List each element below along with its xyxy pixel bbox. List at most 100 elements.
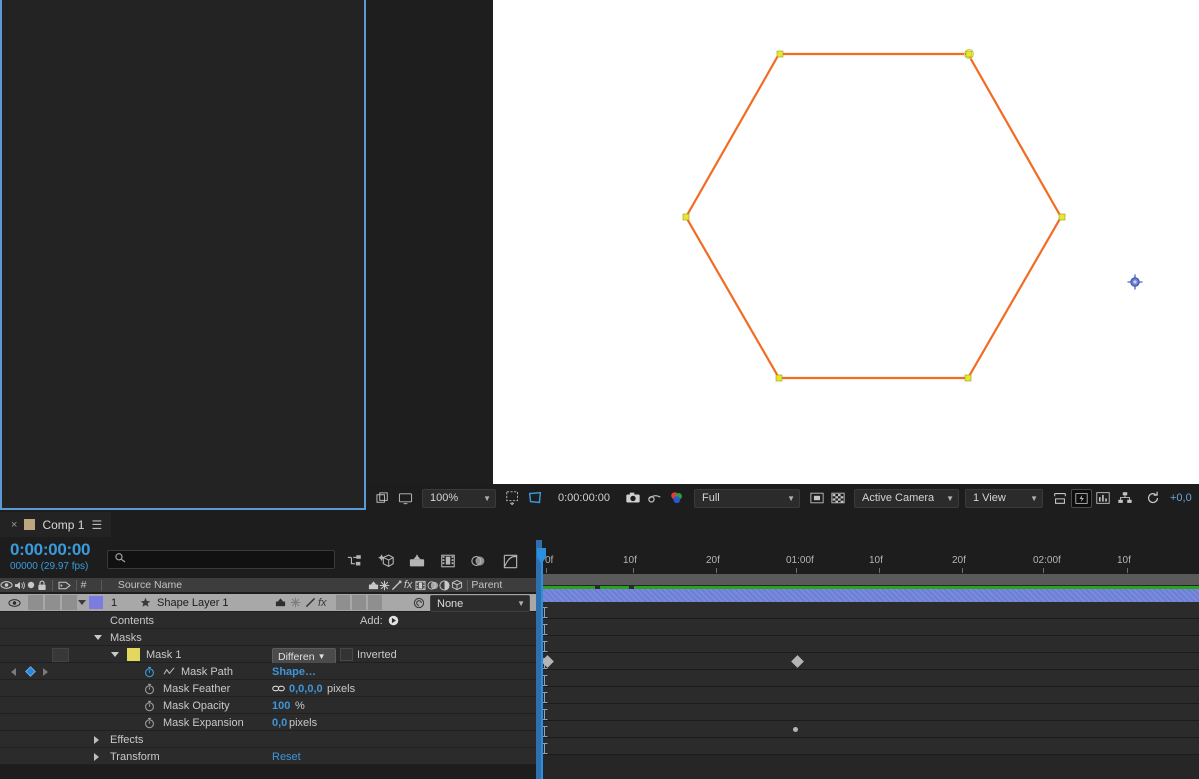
table-row-contents[interactable]: Contents Add: [0,612,539,629]
transparency-grid-icon[interactable] [806,489,827,508]
pixel-aspect-correction-icon[interactable] [1049,487,1071,509]
layer-switch-slot-c[interactable] [368,595,382,610]
adjustment-layer-icon[interactable] [439,579,451,591]
stopwatch-icon[interactable] [144,697,155,714]
prev-keyframe-button[interactable] [11,663,16,680]
effects-icon[interactable]: fx [402,579,415,591]
viewer-timecode[interactable]: 0:00:00:00 [552,492,616,504]
camera-view-select[interactable]: Active Camera ▼ [854,488,959,508]
current-timecode[interactable]: 0:00:00:00 [10,540,90,560]
label-color-icon[interactable] [57,580,72,591]
row-value[interactable]: 100 [272,697,290,714]
column-number[interactable]: # [81,579,98,591]
layer-switch-slot-a[interactable] [336,595,350,610]
viewer-toolbar[interactable]: 100% ▼ 0:00:00:00 Full ▼ Active Camera ▼… [366,484,1199,512]
mask-inverted-checkbox[interactable] [340,648,353,661]
view-layout-select[interactable]: 1 View ▼ [965,488,1043,508]
graph-editor-icon[interactable] [500,551,520,571]
audio-icon[interactable] [14,580,26,591]
row-value[interactable]: Shape… [272,663,316,680]
mask-lock-toggle[interactable] [52,648,69,662]
graph-row[interactable] [539,619,1199,636]
stopwatch-icon[interactable] [144,680,155,697]
graph-row[interactable] [539,721,1199,738]
3d-layer-icon[interactable] [451,579,463,591]
layer-name[interactable]: Shape Layer 1 [157,594,229,611]
fast-previews-icon[interactable] [1071,488,1092,508]
quality-icon[interactable] [391,580,402,591]
comp-mini-flowchart-icon[interactable] [345,551,365,571]
panel-menu-icon[interactable]: ☰ [91,518,102,532]
anchor-point-icon[interactable] [1127,274,1143,290]
graph-editor-toggle-icon[interactable] [163,663,175,680]
layer-label-color[interactable] [89,596,103,609]
lock-icon[interactable] [36,579,48,591]
resolution-select[interactable]: Full ▼ [694,488,800,508]
table-row-masks[interactable]: Masks [0,629,539,646]
current-time-indicator[interactable] [541,548,543,779]
hexagon-mask-path[interactable] [493,0,1199,484]
video-visibility-icon[interactable] [0,580,14,590]
reset-exposure-icon[interactable] [1142,487,1164,509]
grid-guides-icon[interactable] [502,487,524,509]
table-row-mask-1[interactable]: Mask 1 Differen ▼ Inverted [0,646,539,665]
transform-expand-triangle[interactable] [94,748,99,765]
layer-solo-toggle[interactable] [45,595,60,610]
layer-quality-icon[interactable] [305,594,316,611]
collapse-transformations-icon[interactable] [379,580,390,591]
effects-expand-triangle[interactable] [94,731,99,748]
solo-icon[interactable] [26,581,37,589]
layer-duration-row[interactable] [539,585,1199,602]
layer-motion-blur-icon[interactable] [413,594,425,611]
table-row-mask-expansion[interactable]: Mask Expansion 0,0 pixels [0,714,539,731]
graph-row[interactable] [539,704,1199,721]
search-input[interactable] [130,553,334,566]
frame-blending-icon[interactable] [438,551,458,571]
table-row-layer[interactable]: 1 Shape Layer 1 fx None ▼ [0,594,539,612]
layer-lock-toggle[interactable] [62,595,77,610]
layer-preview-panel[interactable] [0,0,366,510]
monitor-icon[interactable] [394,487,416,509]
next-keyframe-button[interactable] [43,663,48,680]
toggle-alpha-icon[interactable] [827,489,848,508]
exposure-value[interactable]: +0,0 [1164,492,1192,504]
graph-row[interactable] [539,687,1199,704]
show-snapshot-icon[interactable] [644,487,666,509]
timeline-graph-icon[interactable] [1092,487,1114,509]
camera-icon[interactable] [622,487,644,509]
comp-flowchart-icon[interactable] [1114,487,1136,509]
frame-blend-icon[interactable] [415,580,427,591]
close-icon[interactable]: × [11,519,17,531]
transform-reset-button[interactable]: Reset [272,748,301,765]
layer-switch-slot-b[interactable] [352,595,366,610]
table-row-mask-opacity[interactable]: Mask Opacity 100 % [0,697,539,714]
table-row-transform[interactable]: Transform Reset [0,748,539,765]
layer-fx-icon[interactable]: fx [318,594,327,611]
graph-row[interactable] [539,602,1199,619]
composition-viewer[interactable] [493,0,1199,484]
link-dimensions-icon[interactable] [272,680,285,697]
zoom-select[interactable]: 100% ▼ [422,488,496,508]
hide-shy-layers-icon[interactable] [407,551,427,571]
row-value[interactable]: 0,0 [272,714,287,731]
motion-blur-icon[interactable] [469,551,489,571]
search-input-wrapper[interactable] [107,550,335,569]
row-value[interactable]: 0,0,0,0 [289,680,323,697]
current-timecode-block[interactable]: 0:00:00:00 00000 (29.97 fps) [10,540,90,572]
stopwatch-icon[interactable] [144,663,155,680]
column-parent[interactable]: Parent [471,579,539,591]
layer-audio-toggle[interactable] [28,595,43,610]
table-row-mask-path[interactable]: Mask Path Shape… [0,663,539,680]
layer-marker[interactable] [793,727,798,732]
table-row-mask-feather[interactable]: Mask Feather 0,0,0,0 pixels [0,680,539,697]
tab-comp-1[interactable]: × Comp 1 ☰ [0,512,112,537]
mask-color-swatch[interactable] [127,648,140,661]
draft-3d-icon[interactable] [376,551,396,571]
channels-rgb-icon[interactable] [666,487,688,509]
motion-blur-icon[interactable] [427,580,439,591]
layer-collapse-icon[interactable] [290,594,301,611]
layer-shy-icon[interactable] [275,594,286,611]
graph-row[interactable] [539,738,1199,755]
graph-row[interactable] [539,670,1199,687]
mask-expand-triangle[interactable] [111,646,119,663]
